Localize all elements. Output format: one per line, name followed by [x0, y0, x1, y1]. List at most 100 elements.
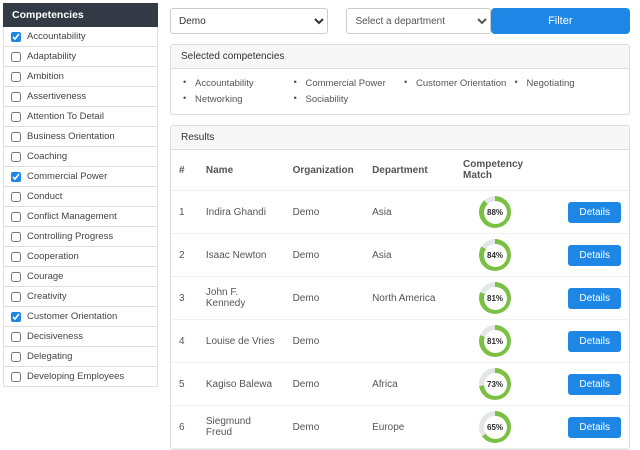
competency-checkbox[interactable]	[11, 71, 21, 82]
selected-competency: Customer Orientation	[400, 77, 511, 89]
competency-checkbox[interactable]	[11, 111, 21, 122]
results-panel: Results # Name Organization Department C…	[170, 125, 630, 450]
competency-list: Accountability Adaptability Ambition Ass…	[3, 27, 158, 387]
competency-checkbox-item[interactable]: Business Orientation	[3, 127, 158, 147]
main-content: Demo Select a department Filter Selected…	[158, 0, 640, 450]
department-cell: Asia	[364, 233, 456, 277]
competency-match-ring: 81%	[479, 325, 512, 357]
competencies-sidebar: Competencies Accountability Adaptability…	[0, 0, 158, 400]
competency-checkbox-item[interactable]: Creativity	[3, 287, 158, 307]
competency-checkbox-item[interactable]: Decisiveness	[3, 327, 158, 347]
col-department: Department	[364, 150, 456, 191]
competency-checkbox-item[interactable]: Cooperation	[3, 247, 158, 267]
competency-label: Decisiveness	[27, 331, 83, 342]
competency-label: Cooperation	[27, 251, 79, 262]
competency-checkbox[interactable]	[11, 231, 21, 242]
competency-checkbox[interactable]	[11, 291, 21, 302]
details-button[interactable]: Details	[568, 330, 621, 352]
col-number: #	[171, 150, 198, 191]
competency-checkbox-item[interactable]: Assertiveness	[3, 87, 158, 107]
competency-label: Courage	[27, 271, 64, 282]
competency-label: Delegating	[27, 351, 73, 362]
details-button[interactable]: Details	[568, 287, 621, 309]
row-number: 4	[171, 319, 198, 363]
competency-checkbox-item[interactable]: Coaching	[3, 147, 158, 167]
competency-label: Creativity	[27, 291, 67, 302]
competency-label: Commercial Power	[27, 171, 108, 182]
row-number: 3	[171, 276, 198, 320]
competency-checkbox[interactable]	[11, 271, 21, 282]
competency-checkbox[interactable]	[11, 91, 21, 102]
filter-button[interactable]: Filter	[490, 8, 630, 34]
organization-cell: Demo	[284, 405, 365, 449]
competency-checkbox-item[interactable]: Attention To Detail	[3, 107, 158, 127]
competency-checkbox-item[interactable]: Commercial Power	[3, 167, 158, 187]
department-cell: North America	[364, 276, 456, 320]
competency-checkbox-item[interactable]: Adaptability	[3, 47, 158, 67]
competency-checkbox[interactable]	[11, 371, 21, 382]
competency-checkbox-item[interactable]: Conflict Management	[3, 207, 158, 227]
result-row: 2 Isaac Newton Demo Asia 84% Details	[171, 233, 629, 277]
details-button[interactable]: Details	[568, 373, 621, 395]
organization-cell: Demo	[284, 190, 365, 234]
person-name: Louise de Vries	[197, 319, 285, 363]
department-cell	[364, 319, 456, 363]
person-name: Siegmund Freud	[197, 405, 285, 449]
competency-checkbox-item[interactable]: Courage	[3, 267, 158, 287]
match-percent: 73%	[483, 372, 507, 396]
competency-match-ring: 88%	[479, 196, 512, 228]
match-percent: 65%	[483, 415, 507, 439]
selected-competency: Accountability	[179, 77, 290, 89]
col-competency-match: Competency Match	[455, 150, 558, 191]
competency-label: Conduct	[27, 191, 63, 202]
organization-select[interactable]: Demo	[170, 8, 329, 34]
competency-label: Controlling Progress	[27, 231, 114, 242]
competency-checkbox[interactable]	[11, 331, 21, 342]
results-title: Results	[171, 126, 629, 150]
selected-competency: Sociability	[290, 93, 401, 105]
competency-checkbox[interactable]	[11, 311, 21, 322]
row-number: 1	[171, 190, 198, 234]
match-percent: 81%	[483, 286, 507, 310]
competency-checkbox[interactable]	[11, 251, 21, 262]
competency-checkbox-item[interactable]: Ambition	[3, 67, 158, 87]
competency-checkbox[interactable]	[11, 151, 21, 162]
competency-checkbox[interactable]	[11, 31, 21, 42]
details-button[interactable]: Details	[568, 416, 621, 438]
organization-cell: Demo	[284, 362, 365, 406]
organization-cell: Demo	[284, 319, 365, 363]
competency-checkbox-item[interactable]: Customer Orientation	[3, 307, 158, 327]
competency-checkbox[interactable]	[11, 211, 21, 222]
row-number: 5	[171, 362, 198, 406]
competency-label: Customer Orientation	[27, 311, 118, 322]
col-name: Name	[197, 150, 285, 191]
competency-checkbox-item[interactable]: Delegating	[3, 347, 158, 367]
department-cell: Asia	[364, 190, 456, 234]
result-row: 3 John F. Kennedy Demo North America 81%…	[171, 276, 629, 320]
department-select[interactable]: Select a department	[346, 8, 491, 34]
competency-checkbox-item[interactable]: Controlling Progress	[3, 227, 158, 247]
competency-checkbox-item[interactable]: Conduct	[3, 187, 158, 207]
match-percent: 84%	[483, 243, 507, 267]
competency-checkbox-item[interactable]: Developing Employees	[3, 367, 158, 387]
organization-cell: Demo	[284, 276, 365, 320]
competency-checkbox[interactable]	[11, 171, 21, 182]
competency-label: Assertiveness	[27, 91, 87, 102]
competency-checkbox-item[interactable]: Accountability	[3, 27, 158, 47]
competency-checkbox[interactable]	[11, 351, 21, 362]
competency-match-ring: 73%	[479, 368, 512, 400]
row-number: 6	[171, 405, 198, 449]
selected-competencies-list: AccountabilityCommercial PowerCustomer O…	[179, 77, 621, 105]
selected-competencies-title: Selected competencies	[171, 45, 629, 69]
selected-competencies-panel: Selected competencies AccountabilityComm…	[170, 44, 630, 115]
competency-label: Accountability	[27, 31, 86, 42]
competency-checkbox[interactable]	[11, 131, 21, 142]
details-button[interactable]: Details	[568, 201, 621, 223]
competency-checkbox[interactable]	[11, 51, 21, 62]
details-button[interactable]: Details	[568, 244, 621, 266]
competency-label: Coaching	[27, 151, 68, 162]
selected-competency: Commercial Power	[290, 77, 401, 89]
person-name: John F. Kennedy	[197, 276, 285, 320]
competency-checkbox[interactable]	[11, 191, 21, 202]
competency-label: Ambition	[27, 71, 64, 82]
